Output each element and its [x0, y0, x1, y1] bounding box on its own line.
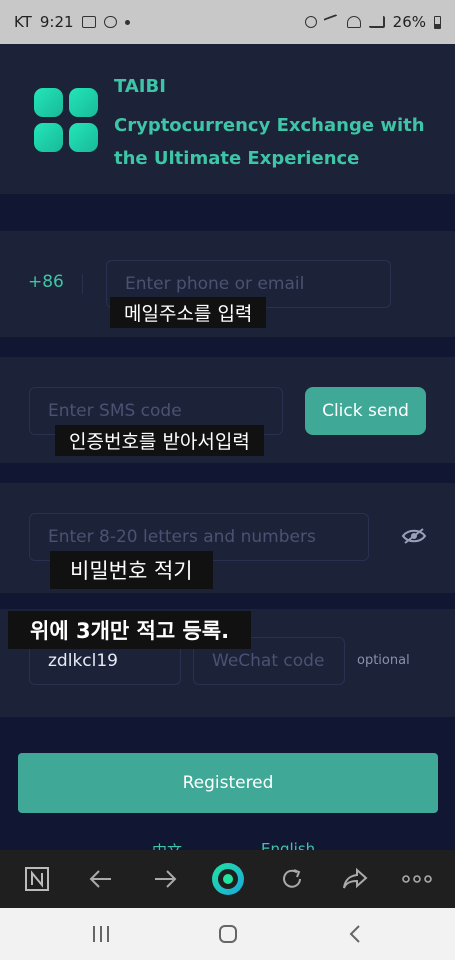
- home-icon[interactable]: [217, 924, 239, 944]
- recent-apps-icon[interactable]: [90, 924, 112, 944]
- chat-icon: [103, 16, 117, 28]
- battery-icon: [434, 15, 441, 29]
- alarm-icon: [304, 16, 317, 28]
- refresh-icon[interactable]: [279, 866, 305, 892]
- brand-block: TAIBI Cryptocurrency Exchange with the U…: [114, 76, 434, 175]
- dot-icon: [124, 19, 130, 25]
- home-circle-icon[interactable]: [211, 862, 245, 896]
- taibi-logo-icon: [34, 88, 98, 152]
- status-bar: KT 9:21 26%: [0, 0, 455, 44]
- header: TAIBI Cryptocurrency Exchange with the U…: [0, 44, 455, 194]
- password-section: Enter 8-20 letters and numbers 비밀번호 적기: [0, 483, 455, 593]
- register-page: TAIBI Cryptocurrency Exchange with the U…: [0, 44, 455, 860]
- wifi-icon: [346, 16, 361, 28]
- phone-section: +86 Enter phone or email 메일주소를 입력: [0, 231, 455, 337]
- forward-arrow-icon[interactable]: [152, 866, 178, 892]
- brand-tagline: Cryptocurrency Exchange with the Ultimat…: [114, 115, 425, 169]
- register-button[interactable]: Registered: [18, 753, 438, 813]
- click-send-button[interactable]: Click send: [305, 387, 426, 435]
- signal-icon: [368, 16, 385, 28]
- mute-icon: [323, 13, 341, 31]
- divider: [82, 274, 83, 294]
- carrier-label: KT: [14, 13, 32, 31]
- system-nav-bar: [0, 908, 455, 960]
- caption-register: 위에 3개만 적고 등록.: [8, 611, 252, 649]
- sms-section: Enter SMS code Click send 인증번호를 받아서입력: [0, 357, 455, 463]
- browser-toolbar: [0, 850, 455, 908]
- brand-name: TAIBI: [114, 76, 166, 97]
- more-icon[interactable]: [402, 866, 432, 892]
- optional-label: optional: [357, 653, 410, 668]
- back-arrow-icon[interactable]: [88, 866, 114, 892]
- eye-hidden-icon[interactable]: [401, 527, 427, 545]
- battery-label: 26%: [392, 13, 426, 31]
- notes-icon[interactable]: [24, 866, 50, 892]
- caption-password: 비밀번호 적기: [50, 551, 213, 589]
- caption-email: 메일주소를 입력: [110, 297, 267, 328]
- gallery-icon: [81, 16, 96, 28]
- caption-sms: 인증번호를 받아서입력: [55, 425, 264, 456]
- back-icon[interactable]: [344, 924, 366, 944]
- share-icon[interactable]: [342, 866, 368, 892]
- time-label: 9:21: [39, 13, 74, 31]
- country-code[interactable]: +86: [28, 272, 64, 292]
